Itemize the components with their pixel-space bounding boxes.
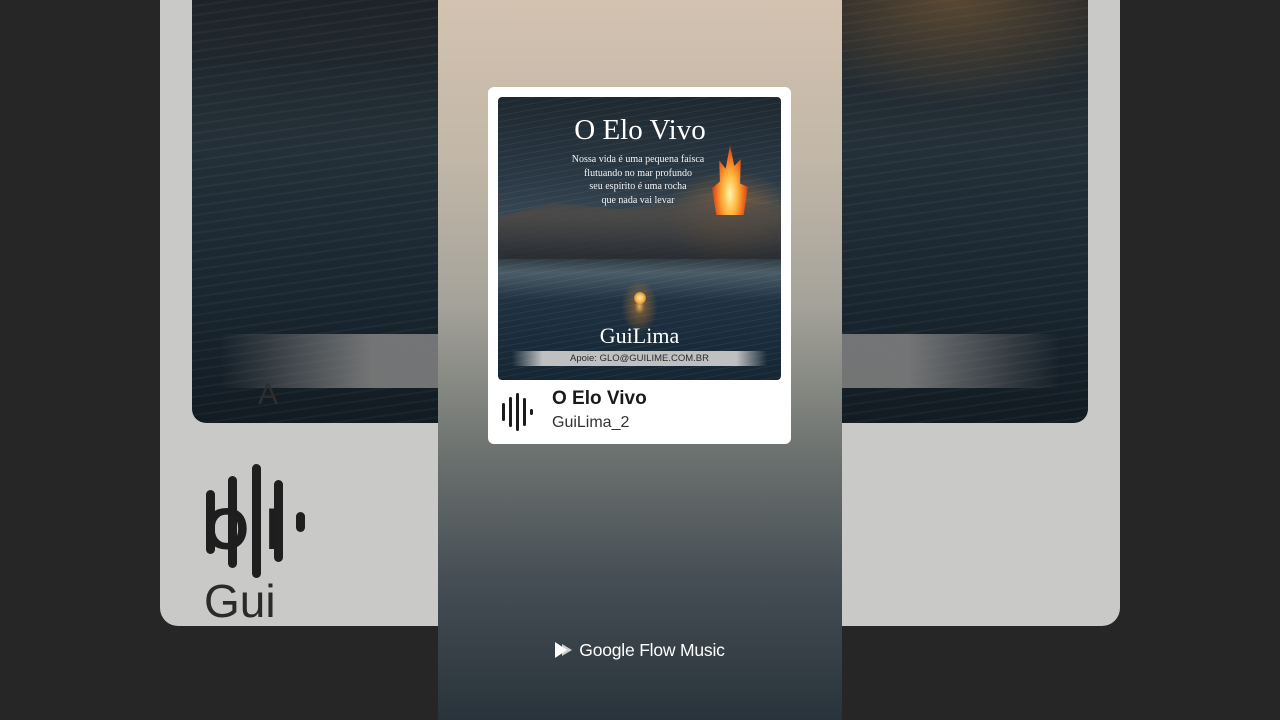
background-track-title: O E bbox=[204, 497, 278, 562]
track-artist: GuiLima_2 bbox=[552, 414, 630, 431]
brand-logo: Google Flow Music bbox=[438, 638, 842, 662]
short-frame: O Elo Vivo Nossa vida é uma pequena faís… bbox=[438, 0, 842, 720]
brand-label: Google Flow Music bbox=[579, 639, 725, 660]
album-art-title: O Elo Vivo bbox=[574, 114, 706, 146]
background-track-artist: Gui bbox=[204, 575, 276, 627]
album-art-banner: Apoie: GLO@GUILIME.COM.BR bbox=[512, 351, 767, 366]
flow-play-icon bbox=[555, 642, 573, 658]
lyric-line: que nada vai levar bbox=[601, 194, 675, 206]
lyric-line: flutuando no mar profundo bbox=[583, 167, 693, 179]
lyric-line: Nossa vida é uma pequena faísca bbox=[571, 154, 705, 165]
album-art: O Elo Vivo Nossa vida é uma pequena faís… bbox=[498, 97, 781, 380]
album-art-artist: GuiLima bbox=[599, 323, 680, 348]
background-banner-text-left: A bbox=[258, 378, 279, 411]
waveform-icon bbox=[502, 393, 536, 431]
track-title: O Elo Vivo bbox=[552, 388, 647, 409]
album-art-lyrics: Nossa vida é uma pequena faísca flutuand… bbox=[548, 153, 728, 207]
album-art-light bbox=[634, 292, 646, 304]
lyric-line: seu espírito é uma rocha bbox=[589, 181, 687, 192]
track-card[interactable]: O Elo Vivo Nossa vida é uma pequena faís… bbox=[488, 87, 791, 444]
